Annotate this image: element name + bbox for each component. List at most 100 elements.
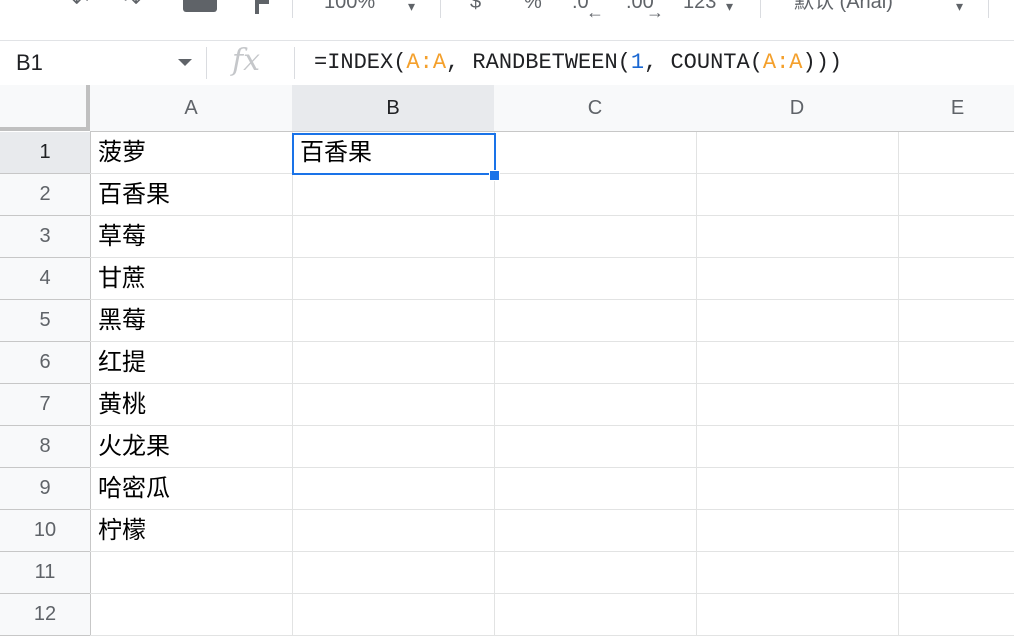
row-header-6[interactable]: 6 (0, 342, 91, 384)
cell-b1[interactable]: 百香果 (292, 132, 495, 174)
cell-a5[interactable]: 黑莓 (90, 300, 293, 342)
cell-e4[interactable] (898, 258, 1014, 300)
cell-c10[interactable] (494, 510, 697, 552)
cell-e5[interactable] (898, 300, 1014, 342)
cell-a8[interactable]: 火龙果 (90, 426, 293, 468)
cell-e1[interactable] (898, 132, 1014, 174)
toolbar-divider (988, 0, 989, 18)
row-header-4[interactable]: 4 (0, 258, 91, 300)
cell-b6[interactable] (292, 342, 495, 384)
row-header-5[interactable]: 5 (0, 300, 91, 342)
cell-d5[interactable] (696, 300, 899, 342)
percent-format-button[interactable]: % (524, 0, 542, 14)
cell-c6[interactable] (494, 342, 697, 384)
cell-c8[interactable] (494, 426, 697, 468)
font-chevron-icon[interactable]: ▾ (956, 0, 963, 18)
row-header-3[interactable]: 3 (0, 216, 91, 258)
cell-b11[interactable] (292, 552, 495, 594)
name-box[interactable]: B1 (0, 41, 206, 85)
cell-b7[interactable] (292, 384, 495, 426)
zoom-chevron-icon[interactable]: ▾ (408, 0, 415, 18)
fx-icon: fx (232, 43, 261, 78)
select-all-corner[interactable] (0, 85, 90, 131)
cell-e3[interactable] (898, 216, 1014, 258)
column-header-c[interactable]: C (494, 85, 697, 132)
cell-d11[interactable] (696, 552, 899, 594)
cell-c4[interactable] (494, 258, 697, 300)
print-icon[interactable] (183, 0, 217, 12)
cell-b12[interactable] (292, 594, 495, 636)
cell-c7[interactable] (494, 384, 697, 426)
cell-d8[interactable] (696, 426, 899, 468)
row-header-1[interactable]: 1 (0, 132, 91, 174)
cell-e9[interactable] (898, 468, 1014, 510)
cell-a11[interactable] (90, 552, 293, 594)
cell-a4[interactable]: 甘蔗 (90, 258, 293, 300)
cell-d7[interactable] (696, 384, 899, 426)
row-header-11[interactable]: 11 (0, 552, 91, 594)
font-select[interactable]: 默认 (Arial) (794, 0, 893, 14)
cell-e2[interactable] (898, 174, 1014, 216)
cell-a10[interactable]: 柠檬 (90, 510, 293, 552)
row-header-9[interactable]: 9 (0, 468, 91, 510)
name-box-dropdown-icon[interactable] (178, 59, 192, 66)
cell-c3[interactable] (494, 216, 697, 258)
cell-a6[interactable]: 红提 (90, 342, 293, 384)
number-format-chevron-icon[interactable]: ▾ (726, 0, 733, 18)
cell-c11[interactable] (494, 552, 697, 594)
number-format-select[interactable]: 123 (683, 0, 716, 14)
cell-d6[interactable] (696, 342, 899, 384)
fill-handle[interactable] (489, 170, 500, 181)
row-header-8[interactable]: 8 (0, 426, 91, 468)
zoom-select[interactable]: 100% (324, 0, 375, 14)
toolbar-divider (440, 0, 441, 18)
column-header-a[interactable]: A (90, 85, 293, 132)
cell-d2[interactable] (696, 174, 899, 216)
cell-d1[interactable] (696, 132, 899, 174)
cell-b8[interactable] (292, 426, 495, 468)
cell-e6[interactable] (898, 342, 1014, 384)
cell-b2[interactable] (292, 174, 495, 216)
row-header-10[interactable]: 10 (0, 510, 91, 552)
cell-a1[interactable]: 菠萝 (90, 132, 293, 174)
cell-a2[interactable]: 百香果 (90, 174, 293, 216)
cell-d9[interactable] (696, 468, 899, 510)
cell-d4[interactable] (696, 258, 899, 300)
cell-c9[interactable] (494, 468, 697, 510)
cell-d3[interactable] (696, 216, 899, 258)
cell-d12[interactable] (696, 594, 899, 636)
cell-c5[interactable] (494, 300, 697, 342)
column-header-b[interactable]: B (292, 85, 495, 132)
row-header-12[interactable]: 12 (0, 594, 91, 636)
cell-a12[interactable] (90, 594, 293, 636)
cell-b3[interactable] (292, 216, 495, 258)
cell-b4[interactable] (292, 258, 495, 300)
formula-input[interactable]: =INDEX(A:A, RANDBETWEEN(1, COUNTA(A:A))) (314, 50, 842, 75)
cell-e11[interactable] (898, 552, 1014, 594)
cell-c1[interactable] (494, 132, 697, 174)
cell-a3[interactable]: 草莓 (90, 216, 293, 258)
cell-b5[interactable] (292, 300, 495, 342)
cell-d10[interactable] (696, 510, 899, 552)
currency-format-button[interactable]: $ (470, 0, 481, 14)
left-arrow-icon: ← (586, 2, 604, 20)
spreadsheet-grid[interactable]: A B C D E 1 菠萝 百香果 2 百香果 3 草莓 4 甘蔗 5 黑莓 6 红提 7 黄桃 8 火龙果 9 哈密瓜 10… (0, 85, 1014, 636)
row-header-7[interactable]: 7 (0, 384, 91, 426)
formula-text-part: =INDEX( (314, 50, 407, 75)
right-arrow-icon: → (646, 2, 664, 20)
column-header-e[interactable]: E (898, 85, 1014, 132)
undo-icon[interactable]: ↶ (72, 0, 89, 14)
cell-e10[interactable] (898, 510, 1014, 552)
cell-c2[interactable] (494, 174, 697, 216)
cell-a7[interactable]: 黄桃 (90, 384, 293, 426)
row-header-2[interactable]: 2 (0, 174, 91, 216)
redo-icon[interactable]: ↷ (124, 0, 141, 14)
cell-e7[interactable] (898, 384, 1014, 426)
cell-b9[interactable] (292, 468, 495, 510)
cell-a9[interactable]: 哈密瓜 (90, 468, 293, 510)
cell-e12[interactable] (898, 594, 1014, 636)
cell-b10[interactable] (292, 510, 495, 552)
column-header-d[interactable]: D (696, 85, 899, 132)
cell-e8[interactable] (898, 426, 1014, 468)
cell-c12[interactable] (494, 594, 697, 636)
